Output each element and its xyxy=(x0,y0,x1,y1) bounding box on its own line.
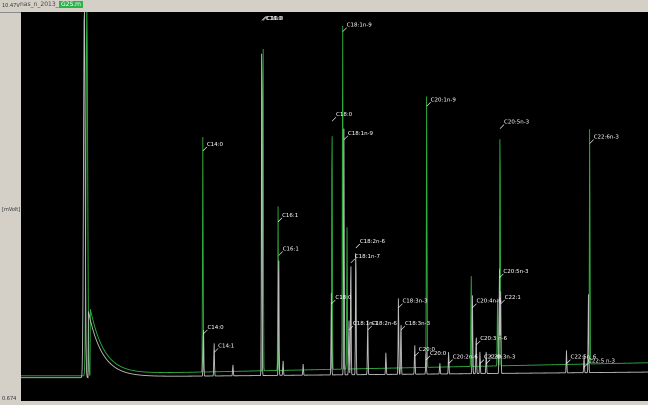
peak-label: C18:0 xyxy=(335,295,352,301)
peak-label: C18:1n-9 xyxy=(347,23,373,29)
peak-label: C14:1 xyxy=(218,343,234,349)
peak-label: C16:1 xyxy=(283,246,299,252)
peak-label: C16:0 xyxy=(266,16,283,22)
peak-label: C14:0 xyxy=(207,142,224,148)
peak-label: C20:0 xyxy=(430,351,447,357)
peak-label: C20:5n-3 xyxy=(503,269,529,275)
y-max-label: 10.47V xyxy=(2,3,20,9)
peak-label: C22:6n-3 xyxy=(594,135,620,141)
peak-label: C20:1n-9 xyxy=(431,97,457,103)
peak-label: C18:1n-7 xyxy=(355,254,381,260)
peak-label: C20:2n-6 xyxy=(453,355,479,361)
peak-label: C20:3n-3 xyxy=(490,355,516,361)
peak-label: C14:0 xyxy=(207,325,224,331)
peak-label: C18:3n-3 xyxy=(405,321,431,327)
peak-label: C18:2n-6 xyxy=(372,321,398,327)
peak-label: C18:1n-9 xyxy=(348,131,374,137)
peak-label: C20:5n-3 xyxy=(504,120,530,126)
peak-label: C18:2n-6 xyxy=(360,239,386,245)
peak-label: C20:3 n-6 xyxy=(480,336,507,342)
peak-label: C22:1 xyxy=(505,295,521,301)
plot-background xyxy=(21,12,648,401)
peak-label: C18:0 xyxy=(336,112,353,118)
series-tag[interactable]: G2S.m xyxy=(59,1,84,8)
peak-label: C20:4n-6 xyxy=(476,299,502,305)
bottom-scrollbar[interactable] xyxy=(0,401,648,405)
y-axis-title: [mVolt] xyxy=(2,207,21,213)
peak-label: C16:1 xyxy=(282,213,298,219)
peak-label: C22:5 n-3 xyxy=(588,358,615,364)
chromatogram-plot[interactable]: C14:0 C16:0 C16:1 C18:0 C18:1n-9 C20:1n-9 C20:… xyxy=(21,12,648,401)
peak-label: C18:3n-3 xyxy=(402,299,428,305)
